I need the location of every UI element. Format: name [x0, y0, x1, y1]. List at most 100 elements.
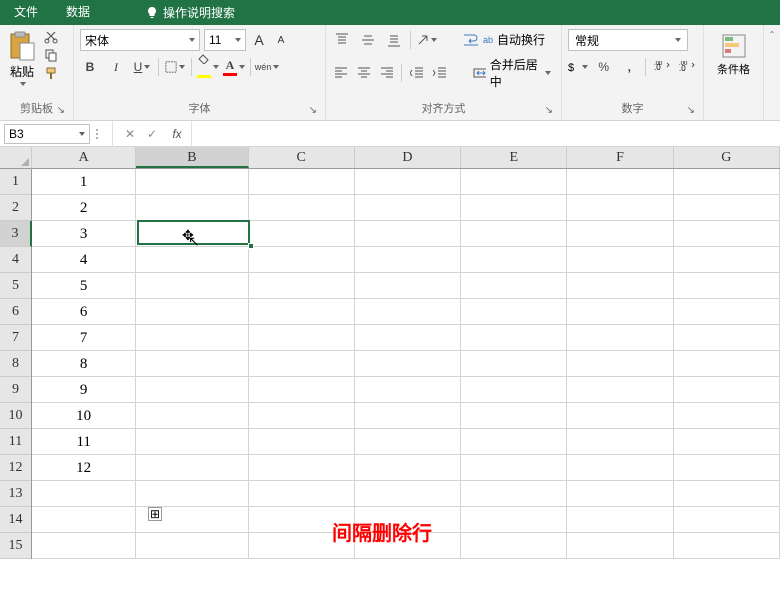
- cell[interactable]: [136, 481, 248, 507]
- cell[interactable]: [355, 299, 461, 325]
- cell[interactable]: [674, 325, 780, 351]
- cell[interactable]: [32, 533, 136, 559]
- collapse-ribbon-icon[interactable]: ˆ: [770, 29, 774, 43]
- cell[interactable]: [461, 403, 567, 429]
- cell[interactable]: [674, 273, 780, 299]
- cell[interactable]: [674, 507, 780, 533]
- cell[interactable]: [32, 507, 136, 533]
- increase-decimal-button[interactable]: .0.00: [652, 57, 672, 77]
- cell[interactable]: [249, 403, 355, 429]
- conditional-formatting-button[interactable]: 条件格: [710, 33, 757, 77]
- cell[interactable]: 3: [32, 221, 136, 247]
- number-format-combo[interactable]: 常规: [568, 29, 688, 51]
- align-center-button[interactable]: [355, 63, 372, 83]
- cell[interactable]: [136, 195, 248, 221]
- cell[interactable]: [461, 221, 567, 247]
- row-header[interactable]: 10: [0, 403, 31, 429]
- cell[interactable]: [355, 481, 461, 507]
- cell[interactable]: [461, 299, 567, 325]
- cell[interactable]: [136, 429, 248, 455]
- fill-color-button[interactable]: [198, 57, 218, 77]
- cell[interactable]: [567, 377, 673, 403]
- row-header[interactable]: 6: [0, 299, 31, 325]
- paste-button[interactable]: 粘贴: [6, 29, 38, 88]
- column-header[interactable]: C: [249, 147, 355, 168]
- cell[interactable]: [674, 455, 780, 481]
- cell[interactable]: [567, 403, 673, 429]
- ribbon-tab[interactable]: 数据: [52, 0, 136, 25]
- cell[interactable]: 11: [32, 429, 136, 455]
- row-header[interactable]: 15: [0, 533, 31, 559]
- row-header[interactable]: 9: [0, 377, 31, 403]
- cell[interactable]: [461, 481, 567, 507]
- merge-center-button[interactable]: 合并后居中: [469, 54, 555, 92]
- cell[interactable]: [567, 481, 673, 507]
- underline-button[interactable]: U: [132, 57, 152, 77]
- bold-button[interactable]: B: [80, 57, 100, 77]
- cell[interactable]: [461, 325, 567, 351]
- font-color-button[interactable]: A: [224, 57, 244, 77]
- cell[interactable]: 4: [32, 247, 136, 273]
- dialog-launcher-icon[interactable]: ↘: [687, 105, 695, 116]
- cell[interactable]: [136, 299, 248, 325]
- cell[interactable]: [355, 403, 461, 429]
- column-header[interactable]: A: [32, 147, 136, 168]
- cell[interactable]: [355, 455, 461, 481]
- cell[interactable]: [249, 455, 355, 481]
- cell[interactable]: [567, 455, 673, 481]
- cell[interactable]: [249, 377, 355, 403]
- italic-button[interactable]: I: [106, 57, 126, 77]
- cell[interactable]: [461, 351, 567, 377]
- row-header[interactable]: 12: [0, 455, 31, 481]
- comma-style-button[interactable]: ,: [620, 57, 640, 77]
- cell[interactable]: [567, 325, 673, 351]
- column-header[interactable]: E: [461, 147, 567, 168]
- name-box-expand-icon[interactable]: [94, 124, 106, 144]
- cell[interactable]: [249, 273, 355, 299]
- cell[interactable]: 2: [32, 195, 136, 221]
- tell-me-search[interactable]: 操作说明搜索: [136, 4, 245, 21]
- row-header[interactable]: 4: [0, 247, 31, 273]
- align-right-button[interactable]: [378, 63, 395, 83]
- cell[interactable]: [461, 429, 567, 455]
- cell[interactable]: [567, 351, 673, 377]
- cell[interactable]: [567, 195, 673, 221]
- row-header[interactable]: 8: [0, 351, 31, 377]
- file-menu[interactable]: 文件: [0, 0, 52, 25]
- row-header[interactable]: 2: [0, 195, 31, 221]
- cell[interactable]: [32, 481, 136, 507]
- decrease-indent-button[interactable]: [408, 63, 425, 83]
- row-header[interactable]: 7: [0, 325, 31, 351]
- increase-font-button[interactable]: A: [250, 31, 268, 49]
- cell[interactable]: 12: [32, 455, 136, 481]
- cell[interactable]: [461, 273, 567, 299]
- cell[interactable]: [136, 221, 248, 247]
- cell[interactable]: [355, 429, 461, 455]
- insert-function-button[interactable]: fx: [163, 123, 185, 145]
- cell[interactable]: [249, 247, 355, 273]
- cell[interactable]: [355, 169, 461, 195]
- cell[interactable]: [136, 169, 248, 195]
- cell[interactable]: 7: [32, 325, 136, 351]
- cell[interactable]: [461, 247, 567, 273]
- formula-input[interactable]: [198, 124, 780, 144]
- column-header[interactable]: D: [355, 147, 461, 168]
- copy-button[interactable]: [42, 47, 60, 63]
- cell[interactable]: [674, 169, 780, 195]
- cell[interactable]: 6: [32, 299, 136, 325]
- align-bottom-button[interactable]: [384, 30, 404, 50]
- cell[interactable]: [355, 247, 461, 273]
- cell[interactable]: [674, 377, 780, 403]
- dialog-launcher-icon[interactable]: ↘: [545, 105, 553, 116]
- font-name-combo[interactable]: 宋体: [80, 29, 200, 51]
- cell[interactable]: 8: [32, 351, 136, 377]
- cell[interactable]: [567, 299, 673, 325]
- smart-tag-button[interactable]: ⊞: [148, 507, 162, 521]
- cell[interactable]: [355, 351, 461, 377]
- cancel-button[interactable]: ✕: [119, 123, 141, 145]
- dialog-launcher-icon[interactable]: ↘: [309, 105, 317, 116]
- fill-handle[interactable]: [248, 243, 254, 249]
- row-header[interactable]: 1: [0, 169, 31, 195]
- cell[interactable]: 10: [32, 403, 136, 429]
- cell[interactable]: [461, 169, 567, 195]
